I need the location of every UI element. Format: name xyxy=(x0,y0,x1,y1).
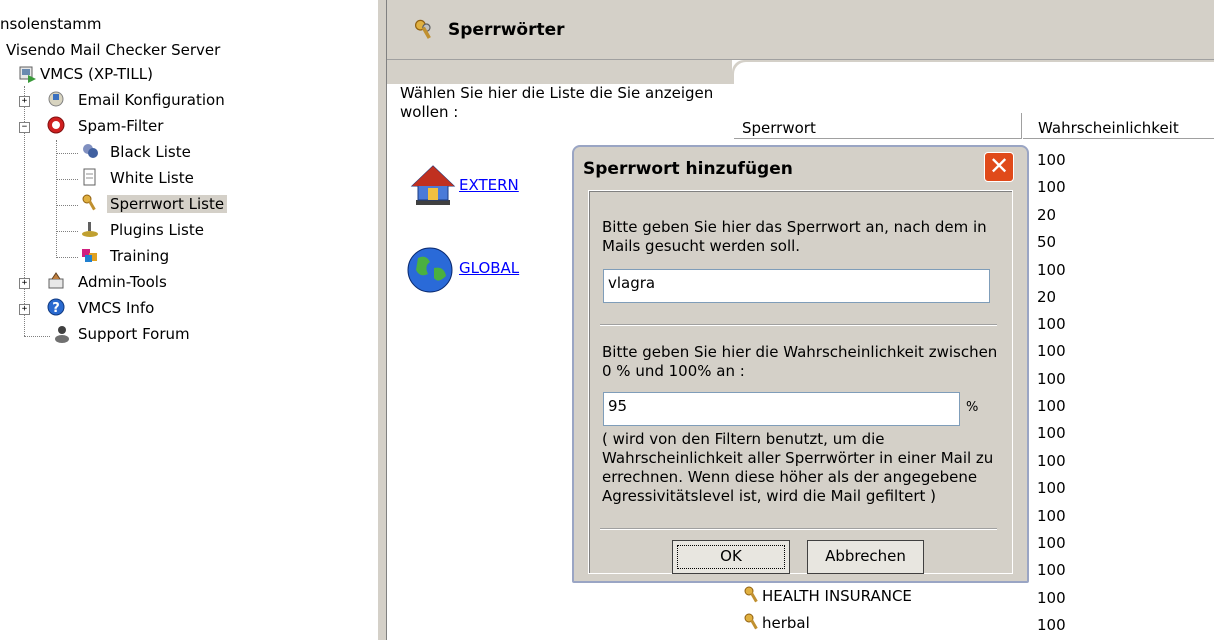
tree-item-sperrwort-liste[interactable]: Sperrwort Liste xyxy=(107,192,228,216)
column-header-sperrwort[interactable]: Sperrwort xyxy=(734,113,1022,139)
probability-cell: 100 xyxy=(1037,151,1066,169)
tree-item-support-forum[interactable]: Support Forum xyxy=(78,322,190,346)
collapse-toggle[interactable]: − xyxy=(19,122,30,133)
training-icon xyxy=(82,249,97,262)
globe-icon[interactable] xyxy=(404,244,456,296)
list-item[interactable]: herbal xyxy=(742,612,810,632)
pane-splitter[interactable] xyxy=(377,0,387,640)
dialog-title: Sperrwort hinzufügen xyxy=(583,159,793,179)
server-icon xyxy=(19,66,36,83)
tree-item-vmcs-info[interactable]: VMCS Info xyxy=(78,296,154,320)
probability-cell: 100 xyxy=(1037,397,1066,415)
dialog-separator xyxy=(600,528,997,530)
word-label: herbal xyxy=(762,614,810,632)
probability-cell: 100 xyxy=(1037,370,1066,388)
probability-cell: 100 xyxy=(1037,507,1066,525)
global-list-link[interactable]: GLOBAL xyxy=(459,259,519,277)
tree-server-label: Visendo Mail Checker Server xyxy=(6,41,221,59)
probability-note: ( wird von den Filtern benutzt, um die W… xyxy=(602,430,994,505)
tree-item-white-liste[interactable]: White Liste xyxy=(110,166,194,190)
tree-item-training[interactable]: Training xyxy=(110,244,169,268)
tree-line xyxy=(56,140,57,258)
expand-toggle[interactable]: + xyxy=(19,278,30,289)
tree-item-black-liste[interactable]: Black Liste xyxy=(110,140,191,164)
list-panel xyxy=(734,62,1214,86)
probability-prompt: Bitte geben Sie hier die Wahrscheinlichk… xyxy=(602,343,998,380)
extern-list-link[interactable]: EXTERN xyxy=(459,176,519,194)
cancel-button[interactable]: Abbrechen xyxy=(807,540,924,574)
tab-strip xyxy=(387,60,732,84)
tree-item-label: Black Liste xyxy=(110,143,191,161)
tree-line xyxy=(56,179,78,180)
probability-cell: 20 xyxy=(1037,206,1057,224)
plugins-icon xyxy=(82,222,98,237)
tree-line xyxy=(56,153,78,154)
probability-input[interactable]: 95 xyxy=(603,392,960,426)
percent-unit: % xyxy=(966,400,979,415)
tree-item-label: Training xyxy=(110,247,170,265)
keys-icon xyxy=(744,586,758,603)
expand-toggle[interactable]: + xyxy=(19,304,30,315)
tree-line xyxy=(56,205,78,206)
list-item[interactable]: HEALTH INSURANCE xyxy=(742,585,912,605)
tree-server[interactable]: Visendo Mail Checker Server xyxy=(6,38,220,62)
tree-root-label: nsolenstamm xyxy=(0,15,102,33)
svg-text:?: ? xyxy=(52,301,60,316)
cancel-button-label: Abbrechen xyxy=(825,547,906,565)
probability-cell: 100 xyxy=(1037,261,1066,279)
word-prompt: Bitte geben Sie hier das Sperrwort an, n… xyxy=(602,218,987,255)
word-label: HEALTH INSURANCE xyxy=(762,587,912,605)
page-title: Sperrwörter xyxy=(448,20,565,40)
house-icon[interactable] xyxy=(408,160,458,210)
tree-root[interactable]: nsolenstamm xyxy=(0,12,102,36)
blockword-input[interactable]: vlagra xyxy=(603,269,990,303)
tree-item-email-konfiguration[interactable]: Email Konfiguration xyxy=(78,88,225,112)
dialog-separator xyxy=(600,324,997,326)
tree-item-label: White Liste xyxy=(110,169,194,187)
probability-cell: 100 xyxy=(1037,315,1066,333)
probability-cell: 100 xyxy=(1037,616,1066,634)
keys-icon xyxy=(744,613,758,630)
probability-cell: 100 xyxy=(1037,479,1066,497)
probability-cell: 100 xyxy=(1037,424,1066,442)
spam-filter-icon xyxy=(47,116,65,134)
probability-cell: 100 xyxy=(1037,452,1066,470)
focus-rectangle xyxy=(677,545,785,569)
tree-line xyxy=(24,336,50,337)
expand-toggle[interactable]: + xyxy=(19,96,30,107)
keys-icon xyxy=(82,194,96,211)
probability-cell: 50 xyxy=(1037,233,1057,251)
admin-tools-icon xyxy=(48,272,64,289)
column-header-probability[interactable]: Wahrscheinlichkeit xyxy=(1023,113,1214,139)
tree-item-label: Plugins Liste xyxy=(110,221,204,239)
tree-item-plugins-liste[interactable]: Plugins Liste xyxy=(110,218,204,242)
support-forum-icon xyxy=(55,326,69,343)
tree-item-label: Sperrwort Liste xyxy=(107,195,228,213)
tree-vmcs-label: VMCS (XP-TILL) xyxy=(40,65,153,83)
black-list-icon xyxy=(83,144,98,158)
tree-item-label: Email Konfiguration xyxy=(78,91,225,109)
tree-item-label: Support Forum xyxy=(78,325,190,343)
email-config-icon xyxy=(48,91,64,107)
list-select-prompt: Wählen Sie hier die Liste die Sie anzeig… xyxy=(400,84,714,121)
probability-cell: 100 xyxy=(1037,178,1066,196)
tree-line xyxy=(56,231,78,232)
probability-cell: 100 xyxy=(1037,561,1066,579)
probability-cell: 100 xyxy=(1037,342,1066,360)
tree-item-spam-filter[interactable]: Spam-Filter xyxy=(78,114,163,138)
close-button[interactable]: ✕ xyxy=(984,152,1014,182)
tree-item-label: Admin-Tools xyxy=(78,273,167,291)
keys-icon xyxy=(415,19,431,39)
tree-vmcs[interactable]: VMCS (XP-TILL) xyxy=(40,62,153,86)
probability-cell: 100 xyxy=(1037,589,1066,607)
tree-item-label: Spam-Filter xyxy=(78,117,164,135)
white-list-icon xyxy=(83,168,96,186)
probability-cell: 100 xyxy=(1037,534,1066,552)
probability-cell: 20 xyxy=(1037,288,1057,306)
tree-line xyxy=(56,257,78,258)
tree-item-label: VMCS Info xyxy=(78,299,155,317)
info-icon: ? xyxy=(47,298,65,316)
tree-item-admin-tools[interactable]: Admin-Tools xyxy=(78,270,167,294)
console-tree: nsolenstamm Visendo Mail Checker Server … xyxy=(0,0,378,640)
